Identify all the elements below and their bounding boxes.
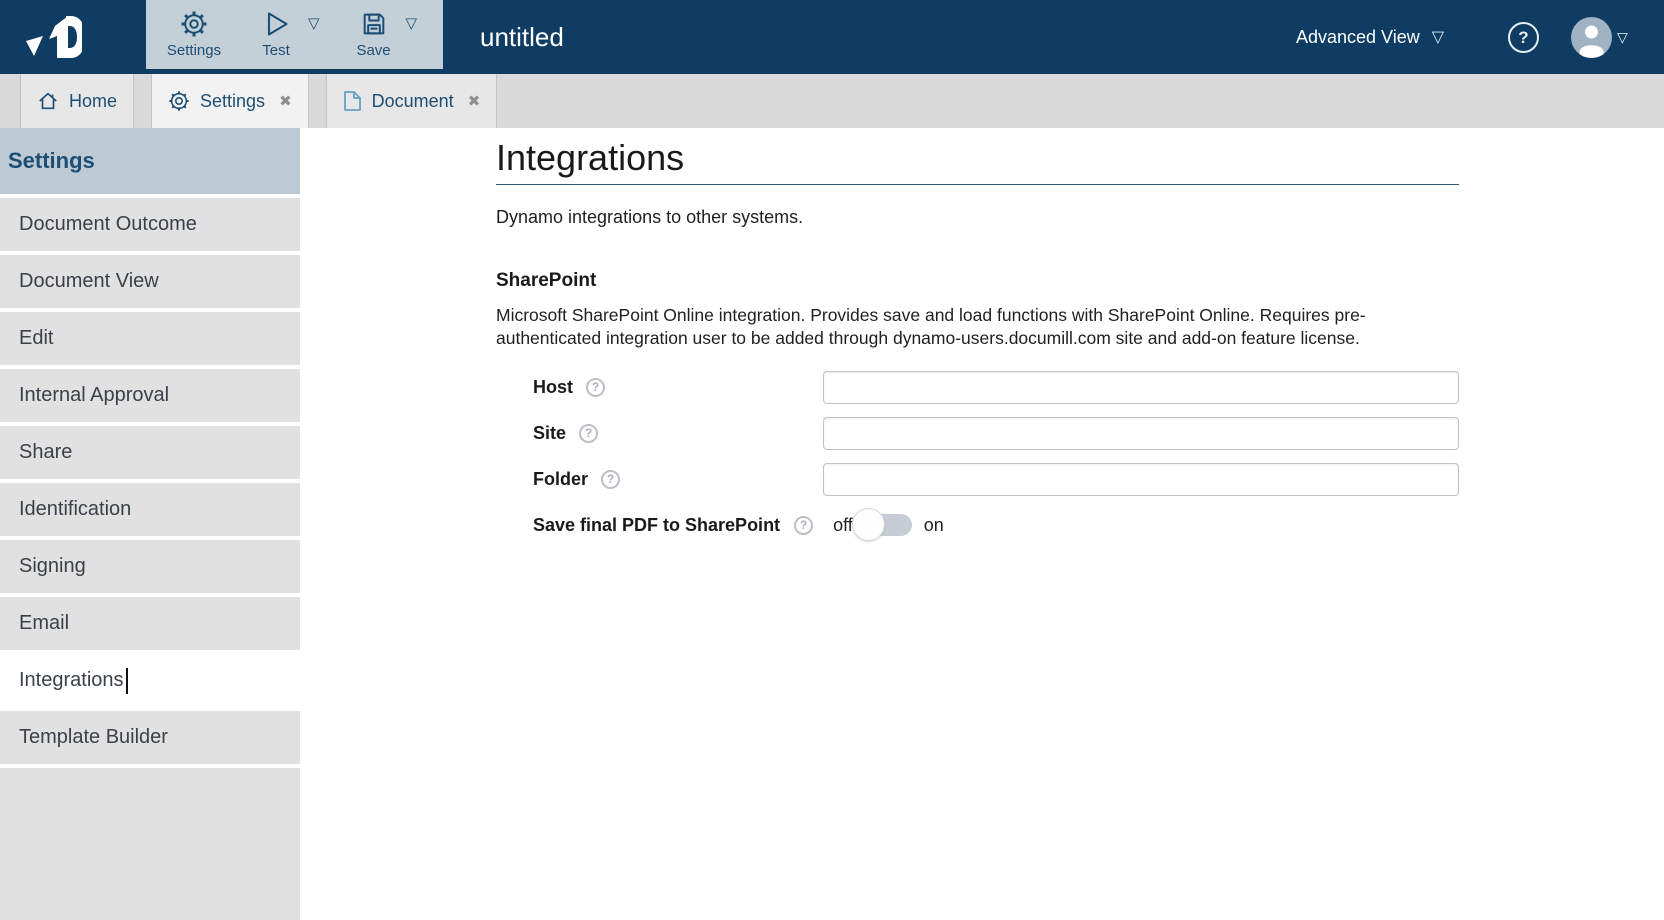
toggle-on-label: on <box>923 514 944 535</box>
page-title: Integrations <box>496 138 1459 185</box>
tab-document-close-icon[interactable]: ✖ <box>468 92 481 110</box>
document-title: untitled <box>480 21 564 52</box>
sidebar-item-label: Document Outcome <box>19 213 197 235</box>
save-pdf-toggle[interactable] <box>851 508 912 541</box>
folder-help-icon[interactable]: ? <box>601 469 621 489</box>
document-icon <box>343 90 362 112</box>
app-header: Settings Test ▽ Save ▽ untitled Advanced… <box>0 0 1664 74</box>
view-selector-label: Advanced View <box>1296 26 1420 47</box>
toggle-off-label: off <box>833 514 853 535</box>
site-field-label: Site <box>533 422 567 443</box>
host-label-group: Host ? <box>533 377 823 398</box>
settings-toolgroup: Settings <box>166 8 222 59</box>
user-avatar[interactable] <box>1571 17 1612 58</box>
sidebar-item-email[interactable]: Email <box>0 597 300 650</box>
play-icon <box>262 8 290 40</box>
tab-settings-label: Settings <box>200 90 266 111</box>
tab-home-label: Home <box>69 90 118 111</box>
text-cursor-caret <box>125 667 128 694</box>
gear-icon <box>179 8 209 40</box>
save-pdf-toggle-label: Save final PDF to SharePoint <box>533 514 781 535</box>
host-field-label: Host <box>533 376 573 397</box>
site-help-icon[interactable]: ? <box>579 423 599 443</box>
test-button[interactable]: Test <box>248 8 304 59</box>
help-button[interactable]: ? <box>1508 22 1539 53</box>
tab-home[interactable]: Home <box>20 74 135 128</box>
sidebar-item-label: Share <box>19 441 73 463</box>
tab-settings-close-icon[interactable]: ✖ <box>279 92 292 110</box>
folder-label-group: Folder ? <box>533 469 823 490</box>
sidebar-item-edit[interactable]: Edit <box>0 312 300 365</box>
sharepoint-section-description: Microsoft SharePoint Online integration.… <box>496 305 1366 348</box>
sidebar-item-document-outcome[interactable]: Document Outcome <box>0 198 300 251</box>
sidebar-item-document-view[interactable]: Document View <box>0 255 300 308</box>
save-icon <box>360 8 388 40</box>
sidebar-item-internal-approval[interactable]: Internal Approval <box>0 369 300 422</box>
sidebar-item-identification[interactable]: Identification <box>0 483 300 536</box>
open-tabs-bar: Home Settings ✖ Document ✖ <box>0 74 1664 128</box>
site-label-group: Site ? <box>533 423 823 444</box>
avatar-dropdown-icon[interactable]: ▽ <box>1617 29 1628 46</box>
page-description: Dynamo integrations to other systems. <box>496 207 804 227</box>
host-field-row: Host ? <box>496 364 1664 410</box>
sharepoint-form: Host ? Site ? Folder ? Save final PDF to… <box>496 364 1664 548</box>
sidebar-item-template-builder[interactable]: Template Builder <box>0 711 300 764</box>
test-dropdown-icon[interactable]: ▽ <box>308 16 320 31</box>
toggle-knob <box>851 508 885 541</box>
sidebar-item-label: Document View <box>19 270 159 292</box>
test-toolgroup: Test ▽ <box>248 8 320 59</box>
sidebar-item-share[interactable]: Share <box>0 426 300 479</box>
save-button[interactable]: Save <box>346 8 402 59</box>
save-pdf-help-icon[interactable]: ? <box>794 515 814 535</box>
host-help-icon[interactable]: ? <box>586 377 605 397</box>
gear-icon <box>168 90 190 112</box>
sidebar-item-signing[interactable]: Signing <box>0 540 300 593</box>
dynamo-logo-icon[interactable] <box>22 12 82 62</box>
help-icon: ? <box>1518 27 1529 47</box>
main-toolbar: Settings Test ▽ Save ▽ <box>146 0 443 69</box>
sidebar-filler <box>0 768 300 920</box>
sidebar-title: Settings <box>0 128 300 194</box>
sidebar-item-label: Edit <box>19 327 54 349</box>
test-button-label: Test <box>262 42 290 59</box>
sidebar-item-integrations[interactable]: Integrations <box>0 654 300 707</box>
save-dropdown-icon[interactable]: ▽ <box>406 16 418 31</box>
sharepoint-section-title: SharePoint <box>496 270 597 291</box>
sidebar-item-label: Template Builder <box>19 726 168 748</box>
host-input[interactable] <box>823 370 1459 404</box>
folder-field-label: Folder <box>533 468 589 489</box>
sidebar-item-label: Internal Approval <box>19 384 170 406</box>
settings-button[interactable]: Settings <box>166 8 222 59</box>
person-icon <box>1579 25 1604 58</box>
integrations-panel: Integrations Dynamo integrations to othe… <box>300 128 1664 920</box>
settings-button-label: Settings <box>166 42 222 59</box>
view-selector-dropdown-icon: ▽ <box>1431 29 1445 46</box>
sidebar-item-label: Signing <box>19 555 86 577</box>
tab-settings[interactable]: Settings ✖ <box>151 74 309 128</box>
save-button-label: Save <box>356 42 391 59</box>
save-toolgroup: Save ▽ <box>346 8 418 59</box>
settings-sidebar: Settings Document Outcome Document View … <box>0 128 300 920</box>
site-field-row: Site ? <box>496 410 1664 456</box>
sidebar-item-label: Integrations <box>19 669 124 691</box>
folder-input[interactable] <box>823 462 1459 496</box>
sidebar-item-label: Email <box>19 612 70 634</box>
sidebar-item-label: Identification <box>19 498 132 520</box>
site-input[interactable] <box>823 416 1459 450</box>
tab-document-label: Document <box>371 90 454 111</box>
folder-field-row: Folder ? <box>496 456 1664 502</box>
tab-document[interactable]: Document ✖ <box>325 74 498 128</box>
view-selector[interactable]: Advanced View ▽ <box>1296 0 1444 74</box>
home-icon <box>37 90 59 112</box>
save-pdf-toggle-row: Save final PDF to SharePoint ? off on <box>496 502 1664 548</box>
